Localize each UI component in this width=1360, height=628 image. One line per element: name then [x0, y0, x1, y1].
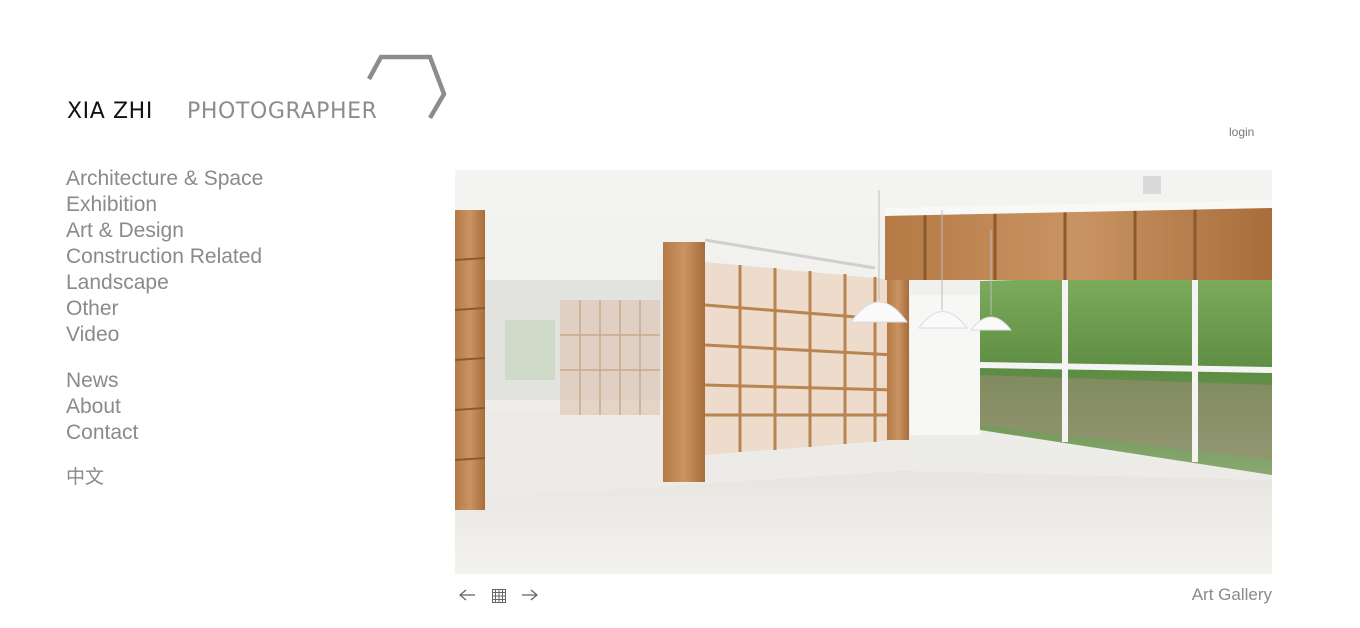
nav-item-video[interactable]: Video	[66, 322, 263, 348]
thumbnails-button[interactable]	[492, 589, 506, 603]
nav-item-contact[interactable]: Contact	[66, 420, 263, 446]
nav-item-art-design[interactable]: Art & Design	[66, 218, 263, 244]
nav-item-landscape[interactable]: Landscape	[66, 270, 263, 296]
nav-item-about[interactable]: About	[66, 394, 263, 420]
photo-caption: Art Gallery	[1191, 585, 1272, 604]
nav-item-exhibition[interactable]: Exhibition	[66, 192, 263, 218]
logo-name: XIA ZHI	[67, 99, 153, 124]
nav-item-architecture-space[interactable]: Architecture & Space	[66, 166, 263, 192]
right-arrow-icon	[522, 589, 539, 601]
nav-item-construction-related[interactable]: Construction Related	[66, 244, 263, 270]
nav-spacer	[66, 348, 263, 368]
gallery-controls	[458, 586, 539, 606]
grid-icon	[492, 589, 506, 603]
nav-item-news[interactable]: News	[66, 368, 263, 394]
gallery-photo[interactable]	[455, 170, 1272, 574]
language-switch-chinese[interactable]: 中文	[66, 464, 263, 490]
logo-role: PHOTOGRAPHER	[187, 99, 378, 124]
nav-item-other[interactable]: Other	[66, 296, 263, 322]
main-nav: Architecture & Space Exhibition Art & De…	[66, 166, 263, 490]
left-arrow-icon	[458, 589, 475, 601]
login-link[interactable]: login	[1229, 125, 1254, 139]
gallery-photo-image	[455, 170, 1272, 574]
previous-button[interactable]	[458, 587, 475, 605]
site-logo[interactable]: XIA ZHI PHOTOGRAPHER	[66, 52, 456, 124]
next-button[interactable]	[522, 587, 539, 605]
logo-bracket-icon	[367, 54, 447, 120]
